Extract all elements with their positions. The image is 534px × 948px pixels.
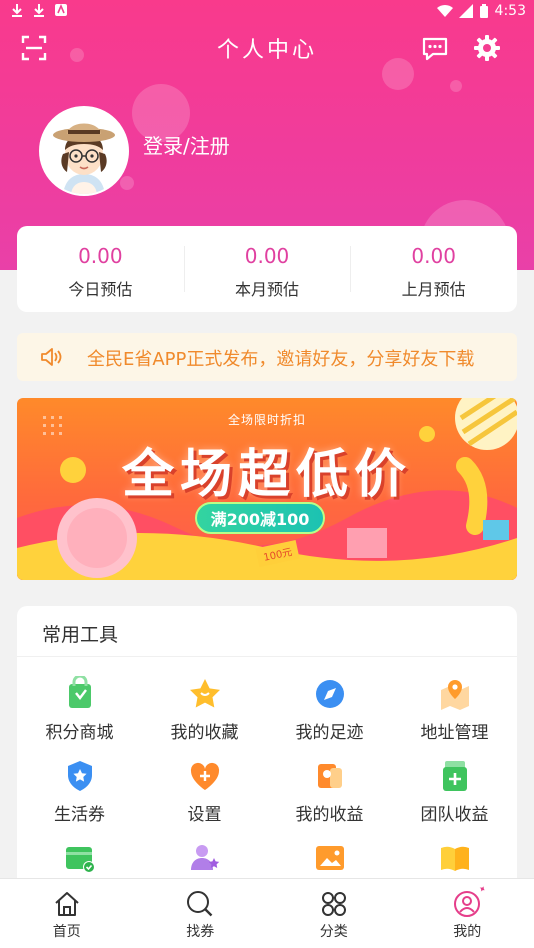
stat-last-month[interactable]: 0.00 上月预估	[350, 226, 517, 312]
stat-label: 今日预估	[68, 280, 133, 299]
battery-icon	[479, 3, 488, 18]
stat-label: 本月预估	[235, 280, 300, 299]
common-tools-card: 常用工具 积分商城 我的收藏 我的足迹 地址管理 生活券 设置 我的收益 团队收…	[17, 606, 517, 906]
image-icon	[315, 846, 344, 870]
tab-label: 我的	[453, 924, 482, 940]
stat-value: 0.00	[411, 244, 456, 268]
heart-plus-icon	[190, 762, 219, 790]
tab-categories[interactable]: 分类	[267, 879, 401, 948]
calendar-check-icon	[65, 847, 95, 873]
earnings-card: 0.00 今日预估 0.00 本月预估 0.00 上月预估	[17, 226, 517, 312]
announcement-text: 全民E省APP正式发布，邀请好友，分享好友下载	[87, 349, 475, 370]
navbar: 个人中心	[0, 28, 534, 68]
login-register-link[interactable]: 登录/注册	[143, 130, 230, 159]
tab-find-coupons[interactable]: 找券	[134, 879, 268, 948]
money-bag-icon	[317, 764, 342, 788]
bottom-tab-bar: 首页 找券 分类 ✦ 我的	[0, 878, 534, 948]
page-title: 个人中心	[216, 38, 317, 63]
message-icon[interactable]	[421, 34, 449, 62]
avatar-illustration-icon	[41, 108, 127, 194]
tab-label: 首页	[52, 924, 81, 940]
tool-label: 我的足迹	[295, 723, 364, 743]
tab-mine[interactable]: ✦ 我的	[401, 879, 534, 948]
banner-subtitle: 全场限时折扣	[227, 413, 306, 427]
announcement-bar[interactable]: 全民E省APP正式发布，邀请好友，分享好友下载	[17, 333, 517, 381]
tool-label: 我的收藏	[170, 723, 239, 743]
tool-my-earnings[interactable]: 我的收益	[267, 758, 392, 838]
stat-value: 0.00	[78, 244, 123, 268]
download-icon	[12, 4, 22, 17]
wifi-icon	[436, 4, 453, 18]
tool-favorites[interactable]: 我的收藏	[142, 676, 267, 756]
wallet-plus-icon	[442, 761, 467, 791]
promo-banner[interactable]: 全场限时折扣 全场超低价 满200减100 100元	[17, 398, 517, 580]
decor-bubble	[120, 176, 134, 190]
tool-footprints[interactable]: 我的足迹	[267, 676, 392, 756]
tool-label: 设置	[187, 805, 222, 825]
tool-team-earnings[interactable]: 团队收益	[392, 758, 517, 838]
stat-today[interactable]: 0.00 今日预估	[17, 226, 184, 312]
stat-this-month[interactable]: 0.00 本月预估	[183, 226, 351, 312]
tab-label: 分类	[319, 924, 348, 940]
divider	[17, 656, 517, 657]
tool-address[interactable]: 地址管理	[392, 676, 517, 756]
gear-icon[interactable]	[473, 34, 501, 62]
tools-title: 常用工具	[42, 624, 119, 646]
stat-label: 上月预估	[401, 280, 466, 299]
shield-star-icon	[67, 761, 92, 791]
tool-label: 团队收益	[420, 805, 489, 825]
user-star-icon	[190, 845, 219, 870]
stat-value: 0.00	[244, 244, 290, 268]
compass-icon	[315, 680, 344, 708]
tool-points-mall[interactable]: 积分商城	[17, 676, 142, 756]
bag-icon	[68, 676, 91, 708]
avatar[interactable]	[39, 106, 129, 196]
banner-title: 全场超低价	[121, 445, 412, 505]
tool-label: 我的收益	[295, 805, 364, 825]
star-icon	[189, 679, 220, 708]
speaker-icon	[41, 348, 62, 366]
decor-bubble	[450, 80, 462, 92]
tool-settings[interactable]: 设置	[142, 758, 267, 838]
category-icon	[321, 892, 346, 916]
book-icon	[440, 846, 469, 871]
location-icon	[440, 680, 469, 710]
tool-label: 地址管理	[420, 723, 489, 743]
tool-life-coupons[interactable]: 生活券	[17, 758, 142, 838]
tab-home[interactable]: 首页	[0, 879, 134, 948]
banner-promo-pill: 满200减100	[195, 502, 325, 534]
tab-label: 找券	[186, 924, 215, 940]
download-icon	[34, 4, 44, 17]
home-icon	[55, 892, 79, 916]
status-bar: 4:53	[0, 0, 534, 24]
status-time: 4:53	[494, 3, 526, 19]
notification-app-icon	[55, 3, 67, 16]
signal-icon	[458, 4, 473, 18]
tool-label: 积分商城	[45, 723, 114, 743]
tool-label: 生活券	[54, 805, 105, 825]
search-icon	[187, 891, 213, 917]
